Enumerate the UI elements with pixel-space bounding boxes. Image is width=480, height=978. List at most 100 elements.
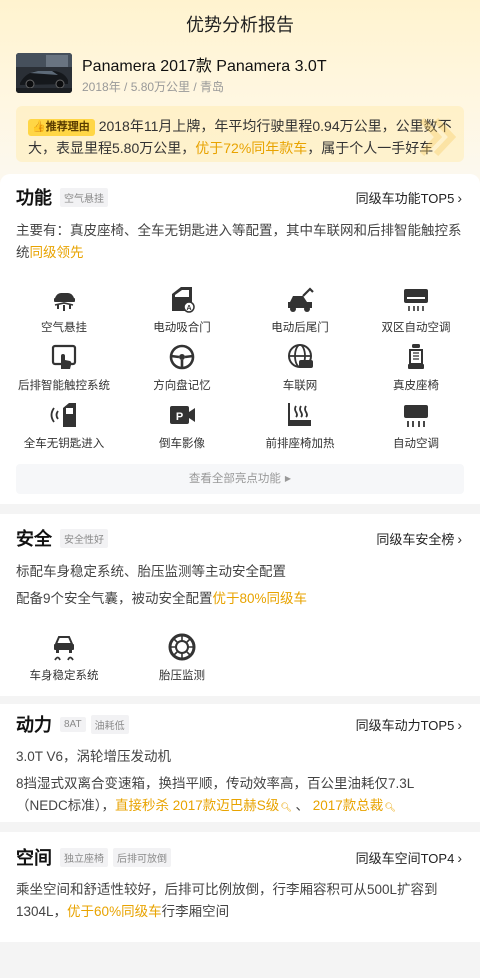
space-tag-seats: 独立座椅 [60, 847, 108, 867]
feature-label: 自动空调 [393, 438, 439, 450]
function-desc-highlight: 同级领先 [29, 245, 84, 260]
safety-highlight: 优于80%同级车 [212, 591, 308, 606]
power-tag-fuel: 油耗低 [90, 714, 129, 734]
feature-label: 车身稳定系统 [29, 670, 99, 682]
feature-label: 电动吸合门 [153, 322, 211, 334]
leather-seat-icon [408, 344, 424, 369]
power-tag-transmission: 8AT [60, 716, 86, 732]
compare-maybach-label: 直接秒杀 2017款迈巴赫S级 [115, 798, 280, 813]
seat-heating-icon [288, 403, 311, 426]
function-top5-label: 同级车功能TOP5 [355, 191, 455, 206]
feature-item[interactable]: P 倒车影像 [122, 400, 242, 451]
feature-label: 后排智能触控系统 [18, 380, 110, 392]
safety-tag: 安全性好 [60, 528, 108, 548]
feature-item[interactable]: 后排智能触控系统 [4, 342, 124, 393]
compare-link-president[interactable]: 2017款总裁🔍︎ [313, 798, 396, 813]
reverse-camera-icon: P [170, 406, 195, 424]
compare-separator: 、 [291, 798, 313, 813]
function-title: 功能 [16, 188, 52, 208]
dual-zone-ac-icon [404, 289, 428, 311]
recommend-badge: 👍推荐理由 [28, 119, 95, 136]
feature-label: 胎压监测 [159, 670, 205, 682]
chevron-decoration-icon [419, 117, 457, 157]
recommend-badge-label: 推荐理由 [45, 121, 90, 133]
space-title: 空间 [16, 848, 52, 868]
space-highlight: 优于60%同级车 [67, 904, 162, 919]
feature-item[interactable]: A 电动吸合门 [122, 284, 242, 335]
power-title: 动力 [16, 715, 52, 735]
safety-line-2: 配备9个安全气囊，被动安全配置优于80%同级车 [16, 588, 464, 610]
safety-line-2-text: 配备9个安全气囊，被动安全配置 [16, 591, 213, 606]
view-all-label: 查看全部亮点功能 [188, 473, 281, 485]
feature-item[interactable]: 电动后尾门 [240, 284, 360, 335]
feature-item[interactable]: 双区自动空调 [356, 284, 476, 335]
feature-label: 前排座椅加热 [265, 438, 335, 450]
feature-item[interactable]: 前排座椅加热 [240, 400, 360, 451]
feature-item[interactable]: 真皮座椅 [356, 342, 476, 393]
feature-label: 车联网 [282, 380, 318, 392]
auto-ac-icon [404, 405, 428, 427]
chevron-right-icon: › [457, 716, 462, 733]
chevron-right-icon: › [457, 849, 462, 866]
power-tailgate-icon [288, 287, 314, 312]
report-header: 优势分析报告 Panamera 2017款 Panamera 3.0T 2018… [0, 0, 480, 190]
compare-link-maybach[interactable]: 直接秒杀 2017款迈巴赫S级🔍︎ [115, 798, 292, 813]
function-tag: 空气悬挂 [60, 187, 108, 207]
space-top4-link[interactable]: 同级车空间TOP4 › [356, 848, 462, 867]
feature-item[interactable]: 全车无钥匙进入 [4, 400, 124, 451]
feature-label: 全车无钥匙进入 [23, 438, 105, 450]
power-line-2: 8挡湿式双离合变速箱，换挡平顺，传动效率高，百公里油耗仅7.3L（NEDC标准）… [16, 773, 464, 818]
car-meta: 2018年 / 5.80万公里 / 青岛 [82, 80, 225, 94]
connected-car-icon [288, 344, 313, 368]
feature-item[interactable]: 自动空调 [356, 400, 476, 451]
function-top5-link[interactable]: 同级车功能TOP5 › [356, 188, 462, 207]
thumb-up-icon: 👍 [32, 121, 46, 133]
air-suspension-icon [54, 293, 75, 311]
feature-item[interactable]: 车身稳定系统 [4, 632, 124, 683]
power-card: 动力 8AT 油耗低 同级车动力TOP5 › 3.0T V6，涡轮增压发动机 8挡… [0, 704, 480, 822]
view-all-features-button[interactable]: 查看全部亮点功能 ▶ [16, 464, 464, 494]
stability-control-icon [54, 636, 74, 661]
chevron-right-icon: › [457, 530, 462, 547]
power-top5-link[interactable]: 同级车动力TOP5 › [356, 715, 462, 734]
space-description: 乘坐空间和舒适性较好，后排可比例放倒，行李厢容积可从500L扩容到1304L，优… [16, 879, 464, 923]
triangle-right-icon: ▶ [284, 474, 292, 483]
safety-title: 安全 [16, 529, 52, 549]
car-thumbnail[interactable] [16, 53, 72, 93]
function-card: 功能 空气悬挂 同级车功能TOP5 › 主要有：真皮座椅、全车无钥匙进入等配置，其… [0, 174, 480, 504]
tire-pressure-icon [168, 633, 196, 661]
feature-item[interactable]: 方向盘记忆 [122, 342, 242, 393]
keyless-entry-icon [50, 403, 76, 427]
feature-label: 空气悬挂 [41, 322, 87, 334]
feature-item[interactable]: 胎压监测 [122, 632, 242, 683]
car-name: Panamera 2017款 Panamera 3.0T [82, 58, 327, 75]
power-line-1: 3.0T V6，涡轮增压发动机 [16, 749, 172, 764]
space-top4-label: 同级车空间TOP4 [355, 851, 455, 866]
compare-president-label: 2017款总裁 [312, 798, 384, 813]
space-card: 空间 独立座椅 后排可放倒 同级车空间TOP4 › 乘坐空间和舒适性较好，后排可比… [0, 832, 480, 942]
search-icon: 🔍︎ [384, 802, 396, 812]
feature-label: 电动后尾门 [271, 322, 329, 334]
function-description: 主要有：真皮座椅、全车无钥匙进入等配置，其中车联网和后排智能触控系统同级领先 [16, 220, 464, 264]
steering-memory-icon [169, 344, 195, 370]
feature-label: 方向盘记忆 [153, 380, 211, 392]
space-desc-end: 行李厢空间 [161, 904, 230, 919]
safety-ranking-link[interactable]: 同级车安全榜 › [376, 529, 462, 548]
power-top5-label: 同级车动力TOP5 [355, 718, 455, 733]
recommend-highlight: 优于72%同年款车 [195, 140, 308, 156]
safety-card: 安全 安全性好 同级车安全榜 › 标配车身稳定系统、胎压监测等主动安全配置 配备9… [0, 514, 480, 696]
safety-ranking-label: 同级车安全榜 [376, 532, 455, 547]
feature-label: 双区自动空调 [381, 322, 451, 334]
rear-touch-control-icon [51, 344, 77, 369]
chevron-right-icon: › [457, 189, 462, 206]
feature-item[interactable]: 空气悬挂 [4, 284, 124, 335]
svg-text:A: A [186, 305, 191, 312]
feature-label: 真皮座椅 [393, 380, 439, 392]
space-tag-fold: 后排可放倒 [113, 847, 171, 867]
feature-item[interactable]: 车联网 [240, 342, 360, 393]
safety-line-1: 标配车身稳定系统、胎压监测等主动安全配置 [16, 564, 286, 579]
search-icon: 🔍︎ [280, 802, 292, 812]
recommend-reason-box: 👍推荐理由 2018年11月上牌，年平均行驶里程0.94万公里，公里数不大，表显里… [16, 106, 464, 162]
feature-label: 倒车影像 [159, 438, 205, 450]
page-title: 优势分析报告 [186, 15, 294, 35]
